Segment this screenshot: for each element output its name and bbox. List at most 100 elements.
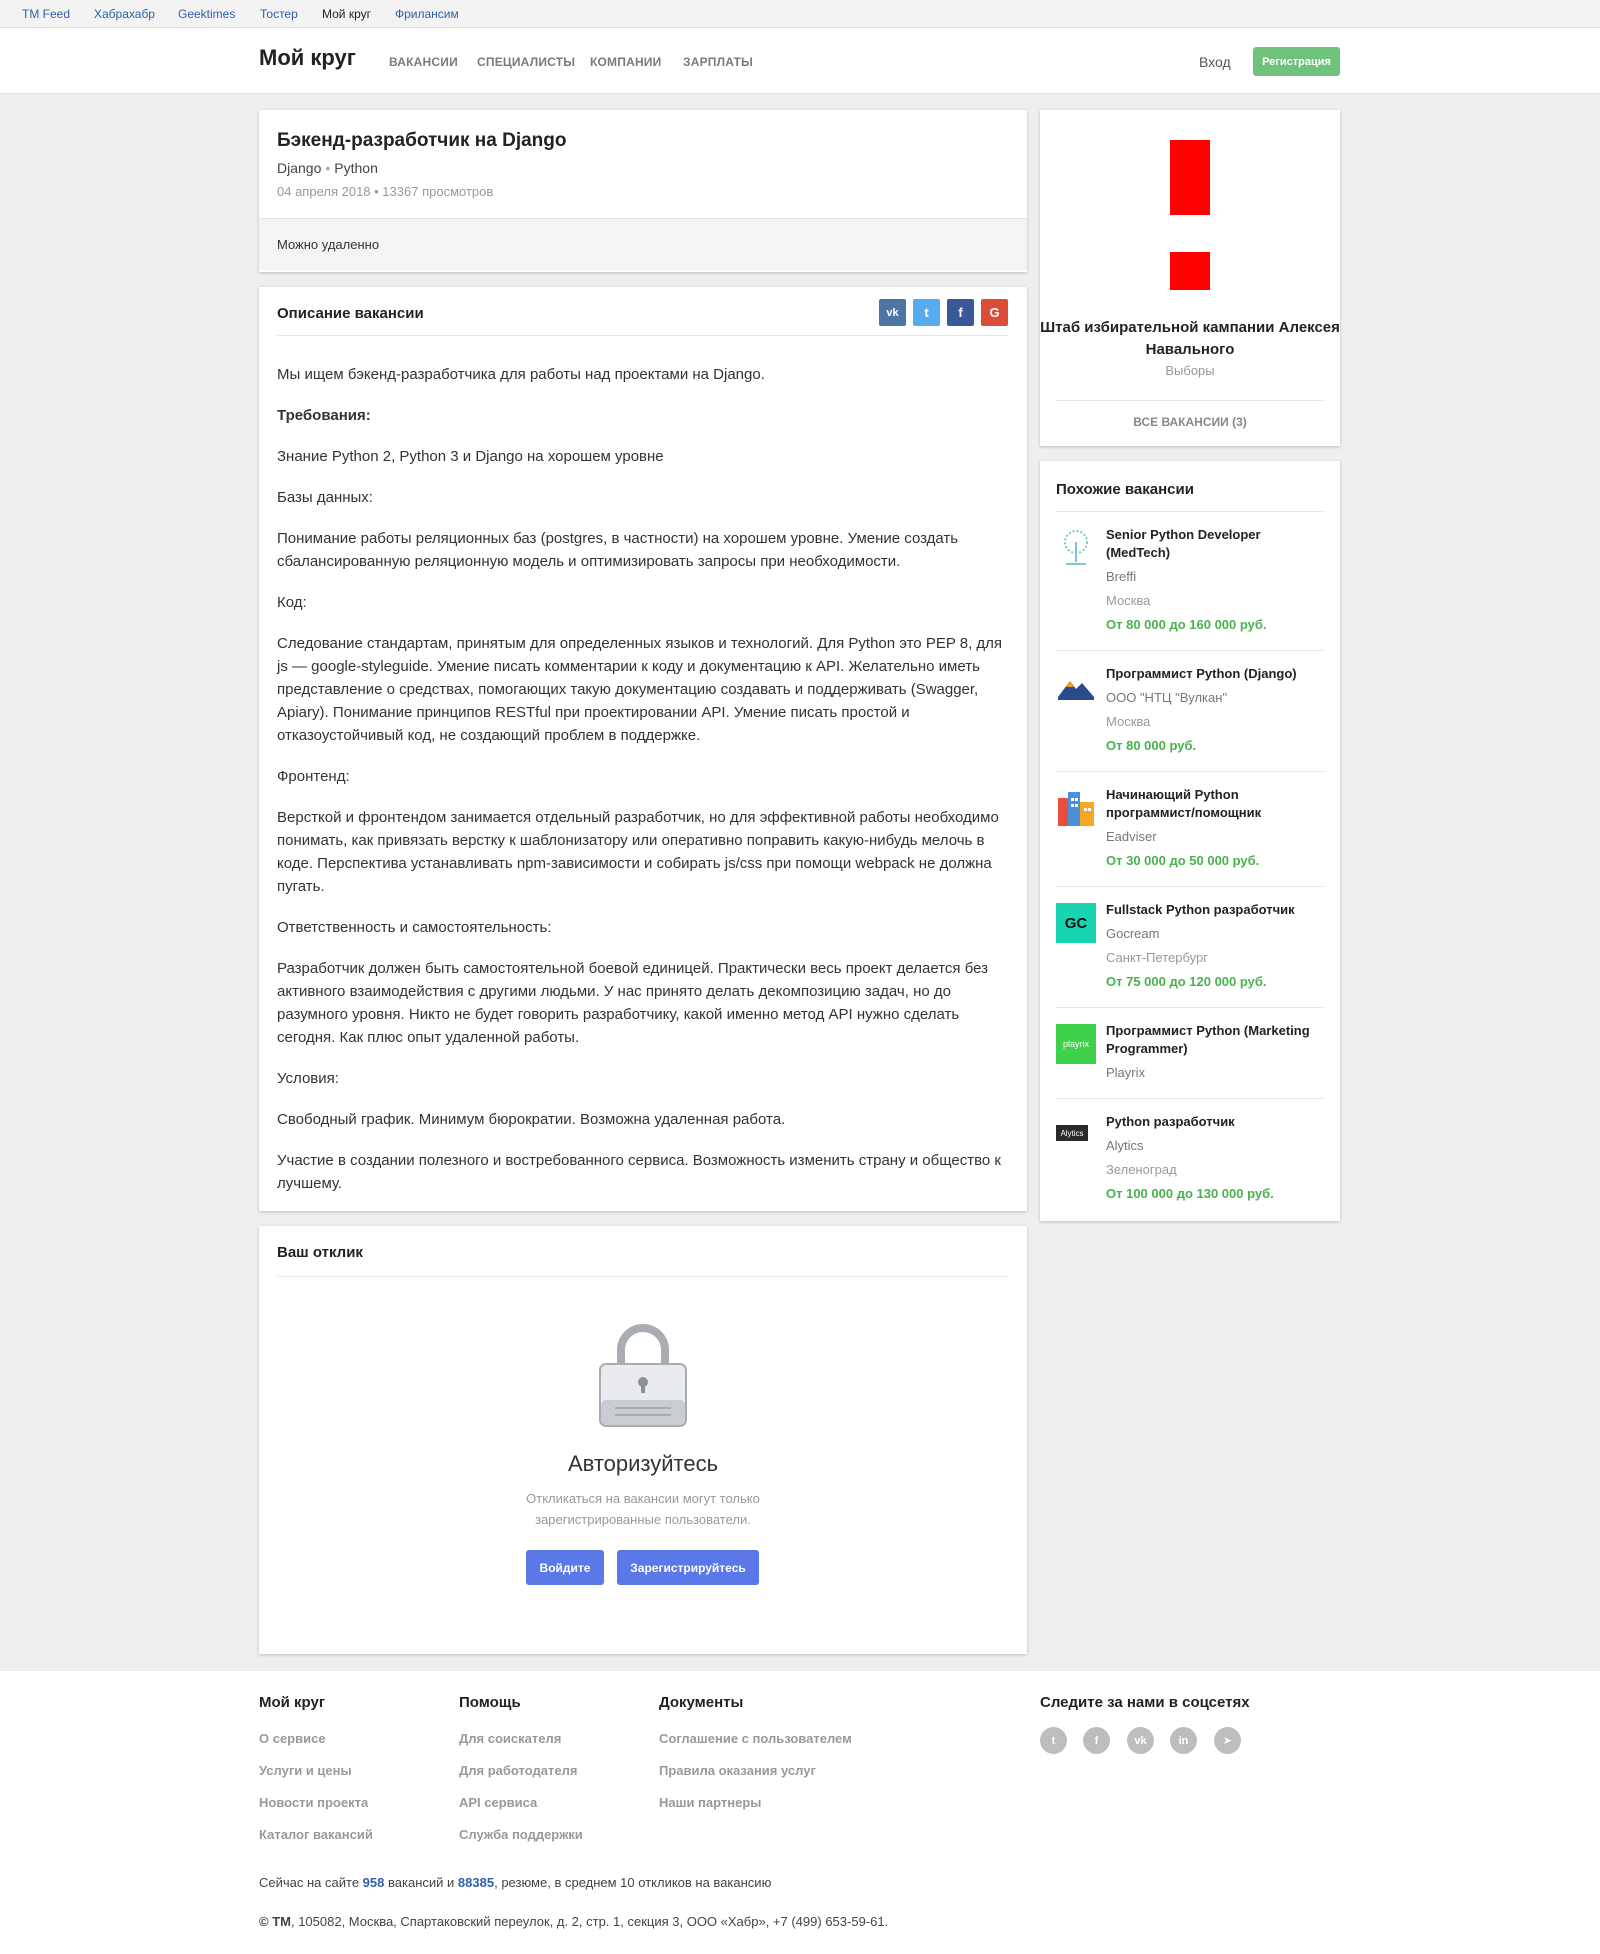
similar-item-salary: От 80 000 до 160 000 руб. [1106,617,1267,632]
tm-bar: TM Feed Хабрахабр Geektimes Тостер Мой к… [0,0,1600,28]
footer-link[interactable]: Соглашение с пользователем [659,1731,852,1746]
similar-item-city: Санкт-Петербург [1106,950,1208,965]
footer-twitter-icon[interactable]: t [1040,1727,1067,1754]
site-footer: Мой круг О сервисе Услуги и цены Новости… [0,1671,1600,1954]
tm-link-toster[interactable]: Тостер [260,7,298,21]
footer-linkedin-icon[interactable]: in [1170,1727,1197,1754]
vacancy-header-card: Бэкенд-разработчик на Django Django • Pyth… [259,110,1027,272]
desc-paragraph: Знание Python 2, Python 3 и Django на хо… [277,448,664,465]
similar-item-salary: От 100 000 до 130 000 руб. [1106,1186,1274,1201]
desc-conditions-heading: Условия: [277,1070,339,1087]
register-now-button[interactable]: Зарегистрируйтесь [617,1550,759,1585]
company-logo-icon[interactable] [1170,140,1210,290]
similar-item[interactable]: playrix Программист Python (Marketing Pr… [1056,1007,1324,1098]
footer-link[interactable]: Служба поддержки [459,1827,583,1842]
tm-link-geektimes[interactable]: Geektimes [178,7,235,21]
similar-item-city: Зеленоград [1106,1162,1177,1177]
desc-frontend-heading: Фронтенд: [277,768,350,785]
desc-paragraph: Участие в создании полезного и востребов… [277,1152,1001,1192]
nav-companies[interactable]: КОМПАНИИ [590,55,661,69]
footer-link[interactable]: Для соискателя [459,1731,561,1746]
description-card: Описание вакансии vk t f G Мы ищем бэкен… [259,287,1027,1211]
similar-item-company: Eadviser [1106,829,1157,844]
similar-item-company: Gocream [1106,926,1160,941]
eadviser-logo-icon [1058,792,1094,826]
response-card: Ваш отклик Авторизуйтесь Откликаться на … [259,1226,1027,1654]
company-name[interactable]: Штаб избирательной кампании Алексея Нава… [1040,317,1340,361]
footer-facebook-icon[interactable]: f [1083,1727,1110,1754]
register-button[interactable]: Регистрация [1253,47,1340,76]
footer-copyright: © TM, 105082, Москва, Спартаковский пере… [259,1914,888,1929]
desc-responsibility-heading: Ответственность и самостоятельность: [277,919,552,936]
nav-salaries[interactable]: ЗАРПЛАТЫ [683,55,753,69]
company-divider [1056,400,1324,401]
stats-mid: вакансий и [388,1875,455,1890]
footer-telegram-icon[interactable]: ➤ [1214,1727,1241,1754]
nav-vacancies[interactable]: ВАКАНСИИ [389,55,458,69]
similar-item-salary: От 75 000 до 120 000 руб. [1106,974,1267,989]
stats-prefix: Сейчас на сайте [259,1875,360,1890]
tm-link-moikrug[interactable]: Мой круг [322,7,371,21]
desc-paragraph: Свободный график. Минимум бюрократии. Во… [277,1111,786,1128]
similar-item[interactable]: GC Fullstack Python разработчик Gocream … [1056,886,1324,1007]
similar-item[interactable]: Программист Python (Django) ООО "НТЦ "Ву… [1056,650,1324,771]
company-card: Штаб избирательной кампании Алексея Нава… [1040,110,1340,446]
alytics-logo-icon: Alytics [1056,1125,1088,1141]
similar-item[interactable]: Alytics Python разработчик Alytics Зелен… [1056,1098,1324,1219]
desc-code-heading: Код: [277,594,307,611]
tm-link-tmfeed[interactable]: TM Feed [22,7,70,21]
footer-link[interactable]: Новости проекта [259,1795,368,1810]
stats-resumes-count[interactable]: 88385 [458,1875,494,1890]
skill-separator: • [325,160,331,176]
similar-item[interactable]: Senior Python Developer (MedTech) Breffi… [1056,511,1324,650]
share-google-button[interactable]: G [981,299,1008,326]
login-link[interactable]: Вход [1199,54,1231,70]
description-title: Описание вакансии [277,305,424,322]
stats-suffix: резюме, в среднем 10 откликов на ваканси… [501,1875,772,1890]
vk-icon: vk [886,306,899,319]
similar-item-title[interactable]: Senior Python Developer (MedTech) [1106,526,1328,562]
similar-item-title[interactable]: Python разработчик [1106,1113,1328,1131]
footer-link[interactable]: О сервисе [259,1731,326,1746]
similar-item-title[interactable]: Программист Python (Marketing Programmer… [1106,1022,1328,1058]
breffi-logo-icon [1064,530,1088,565]
tm-link-freelansim[interactable]: Фрилансим [395,7,459,21]
share-facebook-button[interactable]: f [947,299,974,326]
vulkan-logo-icon [1058,681,1094,700]
google-icon: G [989,305,1000,320]
tm-link-habr[interactable]: Хабрахабр [94,7,155,21]
similar-item-title[interactable]: Начинающий Python программист/помощник [1106,786,1328,822]
share-vk-button[interactable]: vk [879,299,906,326]
footer-col-moikrug-title: Мой круг [259,1694,326,1711]
site-logo[interactable]: Мой круг [259,45,356,71]
similar-item-title[interactable]: Программист Python (Django) [1106,665,1328,683]
share-twitter-button[interactable]: t [913,299,940,326]
footer-link[interactable]: Каталог вакансий [259,1827,373,1842]
lock-icon [599,1324,687,1427]
footer-link[interactable]: API сервиса [459,1795,537,1810]
similar-item-company: Playrix [1106,1065,1146,1080]
company-category: Выборы [1165,363,1215,378]
skill-django[interactable]: Django [277,160,321,176]
response-title: Ваш отклик [277,1244,363,1261]
footer-stats: Сейчас на сайте 958 вакансий и 88385, ре… [259,1875,772,1890]
similar-item[interactable]: Начинающий Python программист/помощник E… [1056,771,1324,886]
login-button[interactable]: Войдите [526,1550,604,1585]
footer-vk-icon[interactable]: vk [1127,1727,1154,1754]
skill-python[interactable]: Python [334,160,378,176]
nav-specialists[interactable]: СПЕЦИАЛИСТЫ [477,55,575,69]
footer-link[interactable]: Правила оказания услуг [659,1763,816,1778]
all-vacancies-link[interactable]: ВСЕ ВАКАНСИИ (3) [1040,415,1340,429]
similar-item-city: Москва [1106,714,1151,729]
playrix-logo-icon: playrix [1056,1024,1096,1064]
remote-label: Можно удаленно [277,237,380,252]
similar-title: Похожие вакансии [1056,481,1194,498]
footer-link[interactable]: Для работодателя [459,1763,577,1778]
stats-vacancies-count[interactable]: 958 [363,1875,385,1890]
similar-item-company: ООО "НТЦ "Вулкан" [1106,690,1228,705]
vacancy-title: Бэкенд-разработчик на Django [277,130,567,151]
footer-link[interactable]: Наши партнеры [659,1795,761,1810]
footer-link[interactable]: Услуги и цены [259,1763,352,1778]
similar-item-title[interactable]: Fullstack Python разработчик [1106,901,1328,919]
remote-banner: Можно удаленно [259,218,1027,270]
